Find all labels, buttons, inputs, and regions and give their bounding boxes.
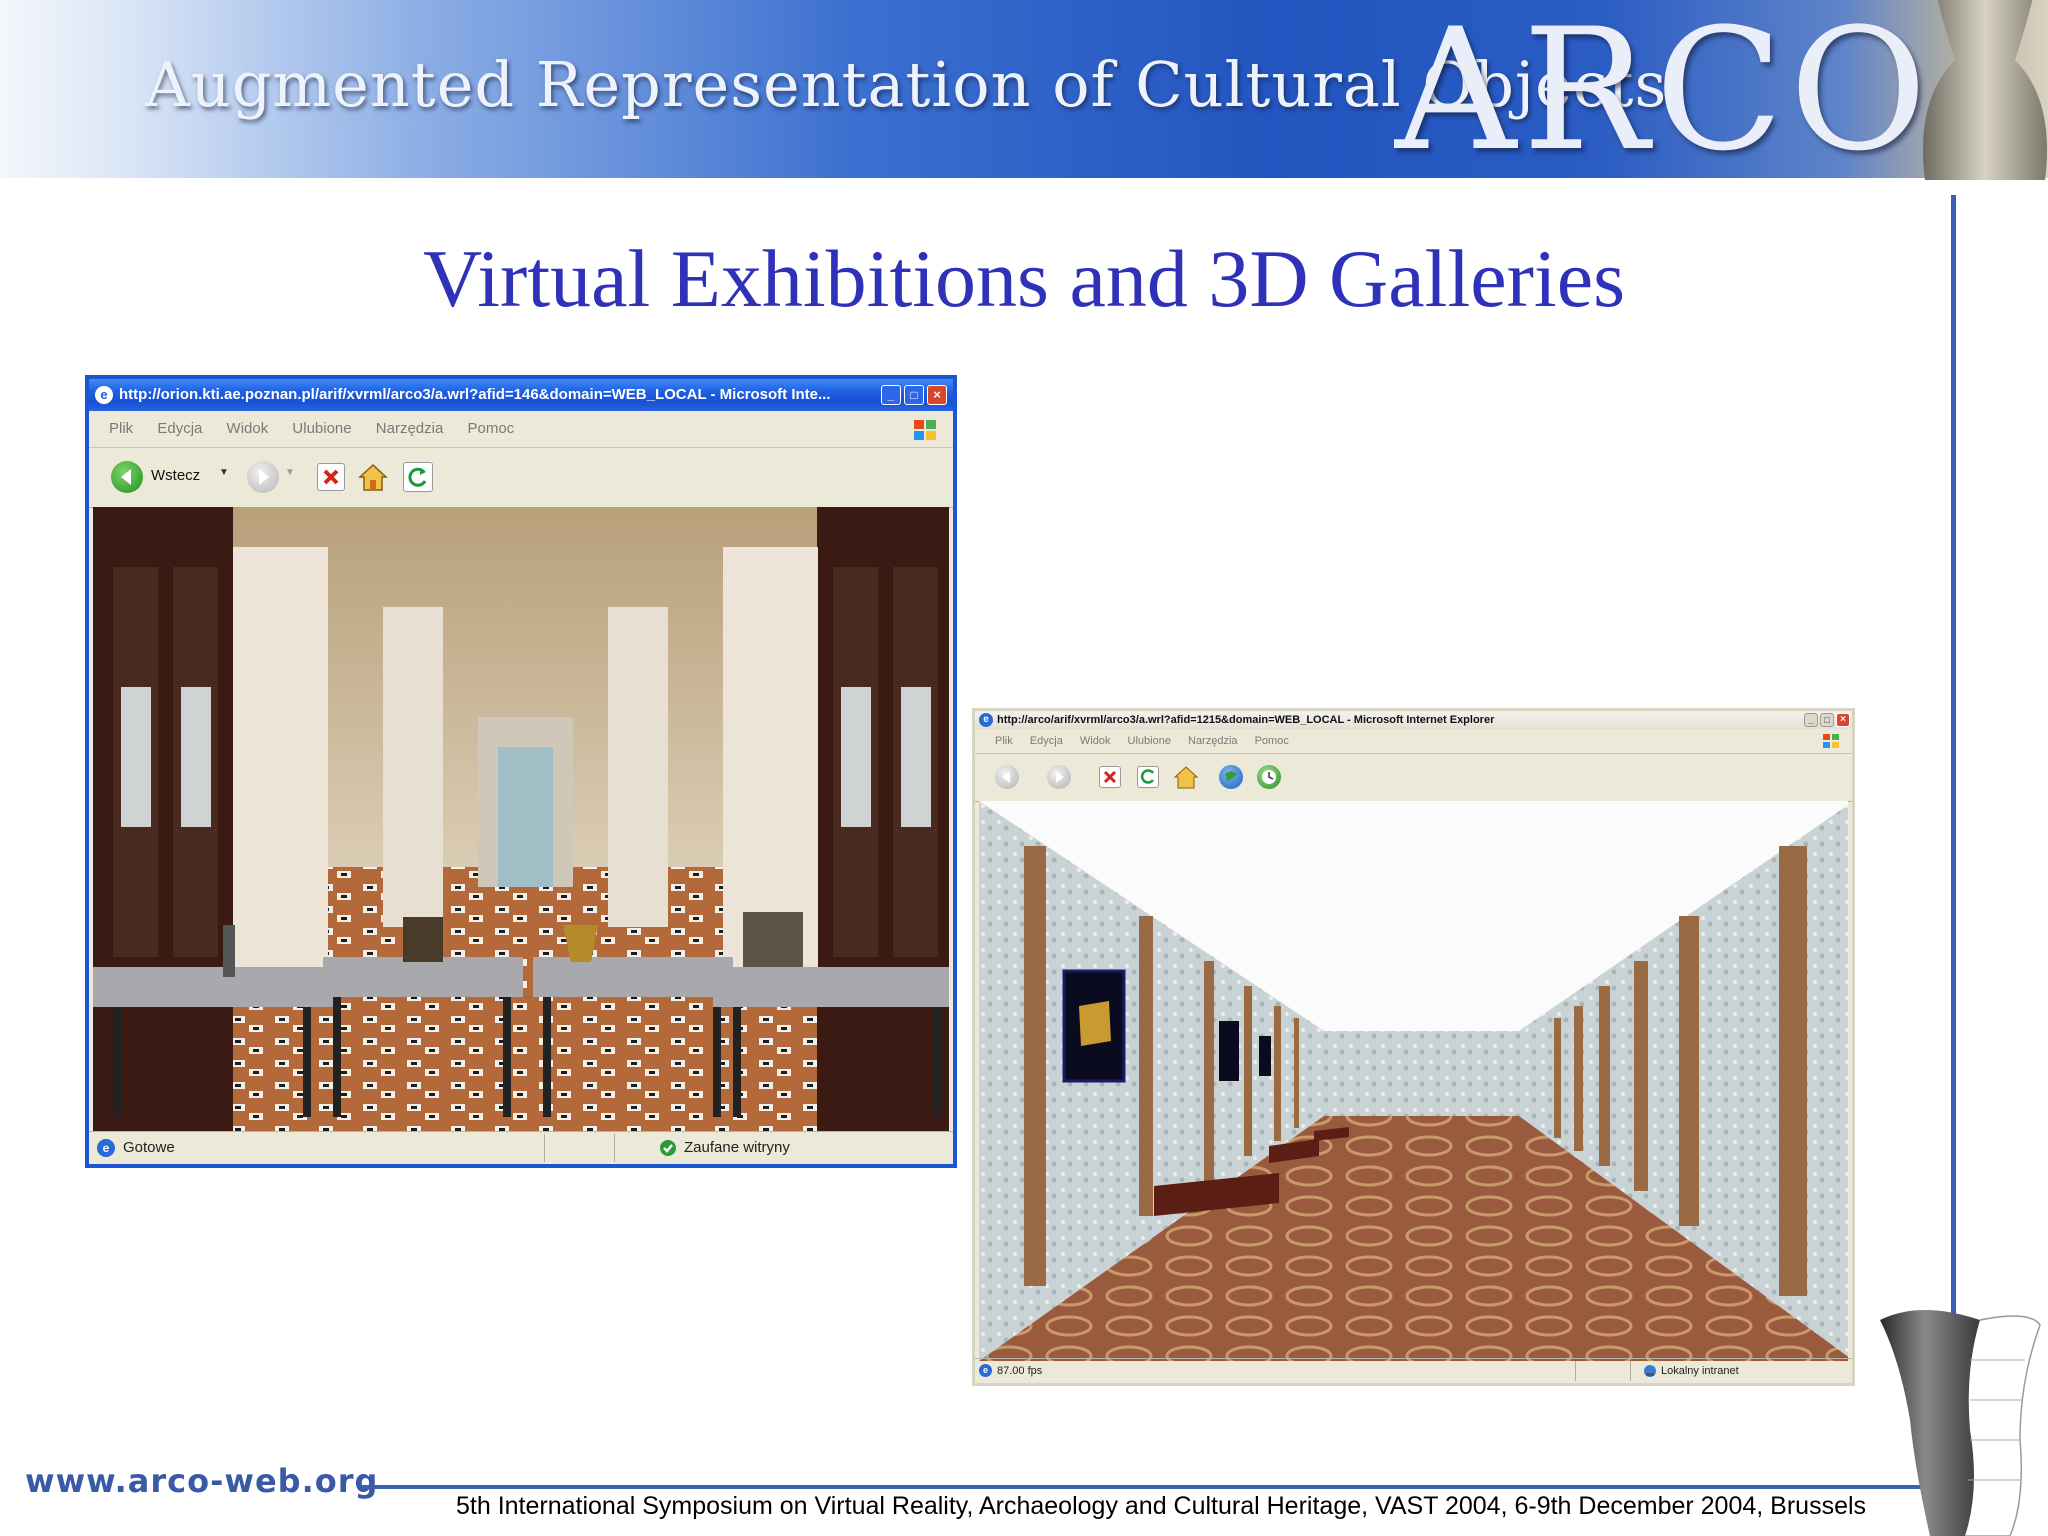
minimize-button[interactable]: _ xyxy=(881,385,901,405)
refresh-button[interactable] xyxy=(403,462,433,492)
menu-view[interactable]: Widok xyxy=(1080,729,1111,753)
stop-button[interactable] xyxy=(317,463,345,491)
vrml-gallery-view[interactable] xyxy=(979,801,1848,1361)
toolbar xyxy=(975,753,1852,802)
status-bar: e 87.00 fps Lokalny intranet xyxy=(975,1358,1852,1383)
window-titlebar: e http://orion.kti.ae.poznan.pl/arif/xvr… xyxy=(89,379,953,411)
back-icon xyxy=(1002,771,1010,783)
menu-tools[interactable]: Narzędzia xyxy=(1188,729,1238,753)
security-zone: Zaufane witryny xyxy=(684,1139,790,1156)
status-divider xyxy=(544,1134,545,1162)
stop-button[interactable] xyxy=(1099,766,1121,788)
close-button[interactable]: × xyxy=(1836,713,1850,727)
slide-title: Virtual Exhibitions and 3D Galleries xyxy=(422,233,1626,324)
home-button[interactable] xyxy=(1173,764,1199,790)
history-button[interactable] xyxy=(1257,765,1281,789)
menu-view[interactable]: Widok xyxy=(227,411,269,447)
stop-icon xyxy=(1103,770,1117,784)
status-divider xyxy=(1630,1361,1631,1381)
menu-file[interactable]: Plik xyxy=(109,411,133,447)
back-label[interactable]: Wstecz xyxy=(151,467,200,484)
history-icon xyxy=(1262,770,1276,784)
security-zone: Lokalny intranet xyxy=(1661,1365,1739,1377)
vrml-museum-view[interactable] xyxy=(93,507,949,1132)
back-button[interactable] xyxy=(111,461,143,493)
menu-edit[interactable]: Edycja xyxy=(157,411,202,447)
forward-button[interactable] xyxy=(247,461,279,493)
intranet-icon xyxy=(1644,1365,1656,1377)
decorative-vertical-line xyxy=(1951,195,1956,1395)
forward-icon xyxy=(1056,771,1064,783)
status-divider xyxy=(1575,1361,1576,1381)
menu-edit[interactable]: Edycja xyxy=(1030,729,1063,753)
window-titlebar: e http://arco/arif/xvrml/arco3/a.wrl?afi… xyxy=(975,711,1852,729)
menu-help[interactable]: Pomoc xyxy=(468,411,515,447)
home-button[interactable] xyxy=(357,461,389,493)
ie-icon: e xyxy=(95,386,113,404)
menu-favorites[interactable]: Ulubione xyxy=(292,411,351,447)
refresh-icon xyxy=(1140,769,1155,784)
home-icon xyxy=(358,463,388,491)
wireframe-vase-icon xyxy=(1880,1310,2041,1536)
menu-tools[interactable]: Narzędzia xyxy=(376,411,444,447)
back-icon xyxy=(121,469,131,485)
fps-counter: 87.00 fps xyxy=(997,1365,1043,1377)
browser-window-gallery: e http://arco/arif/xvrml/arco3/a.wrl?afi… xyxy=(972,708,1855,1386)
footer-conference-text: 5th International Symposium on Virtual R… xyxy=(456,1492,1867,1520)
back-dropdown-icon[interactable]: ▼ xyxy=(219,467,229,478)
museum-hall-scene xyxy=(93,507,949,1132)
refresh-button[interactable] xyxy=(1137,766,1159,788)
window-title: http://orion.kti.ae.poznan.pl/arif/xvrml… xyxy=(119,386,831,403)
vase-icon xyxy=(1923,0,2047,180)
minimize-button[interactable]: _ xyxy=(1804,713,1818,727)
stop-icon xyxy=(323,469,339,485)
forward-icon xyxy=(259,469,269,485)
forward-dropdown-icon[interactable]: ▼ xyxy=(285,467,295,478)
footer-divider xyxy=(362,1485,1952,1489)
menu-file[interactable]: Plik xyxy=(995,729,1013,753)
arco-logo: ARCO xyxy=(1395,0,1934,188)
header-banner: Augmented Representation of Cultural Obj… xyxy=(0,0,2048,188)
maximize-button[interactable]: □ xyxy=(904,385,924,405)
footer-website-link[interactable]: www.arco-web.org xyxy=(25,1462,378,1500)
ie-status-icon: e xyxy=(979,1364,992,1377)
browser-window-museum: e http://orion.kti.ae.poznan.pl/arif/xvr… xyxy=(85,375,957,1168)
menu-bar: Plik Edycja Widok Ulubione Narzędzia Pom… xyxy=(89,411,953,448)
windows-flag-icon xyxy=(914,420,936,440)
ie-status-icon: e xyxy=(97,1139,115,1157)
window-title: http://arco/arif/xvrml/arco3/a.wrl?afid=… xyxy=(997,714,1495,726)
globe-icon xyxy=(1225,771,1237,781)
status-text: Gotowe xyxy=(123,1139,175,1156)
menu-favorites[interactable]: Ulubione xyxy=(1128,729,1171,753)
windows-flag-icon xyxy=(1823,734,1839,748)
gallery-corridor-scene xyxy=(979,801,1848,1361)
status-divider xyxy=(614,1134,615,1162)
search-web-button[interactable] xyxy=(1219,765,1243,789)
maximize-button[interactable]: □ xyxy=(1820,713,1834,727)
forward-button[interactable] xyxy=(1047,765,1071,789)
menu-bar: Plik Edycja Widok Ulubione Narzędzia Pom… xyxy=(975,729,1852,754)
shield-check-icon xyxy=(660,1140,676,1156)
ie-icon: e xyxy=(979,713,993,727)
menu-help[interactable]: Pomoc xyxy=(1255,729,1289,753)
home-icon xyxy=(1173,766,1199,789)
close-button[interactable]: × xyxy=(927,385,947,405)
refresh-icon xyxy=(408,467,427,487)
status-bar: e Gotowe Zaufane witryny xyxy=(89,1131,953,1164)
back-button[interactable] xyxy=(995,765,1019,789)
toolbar: Wstecz ▼ ▼ xyxy=(89,447,953,508)
